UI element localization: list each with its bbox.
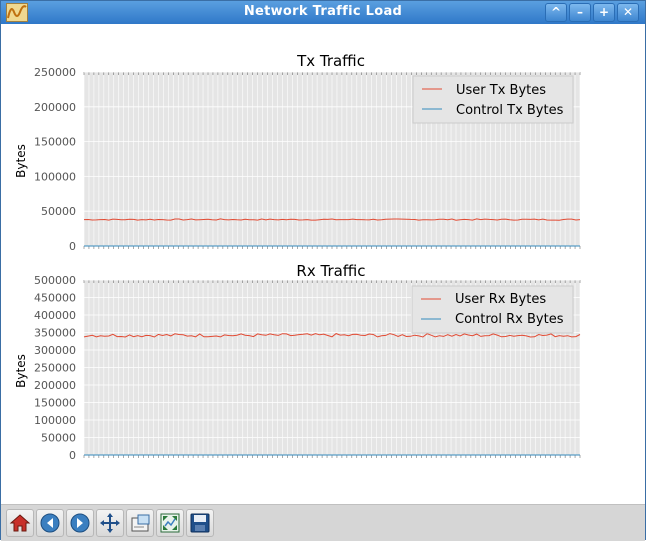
tx-ytick-label: 150000 bbox=[34, 136, 76, 149]
rx-ytick-label: 400000 bbox=[34, 309, 76, 322]
zoom-button[interactable] bbox=[156, 509, 184, 537]
tx-legend: User Tx Bytes Control Tx Bytes bbox=[412, 75, 574, 124]
rx-chart-title: Rx Traffic bbox=[296, 262, 365, 280]
tx-ytick-label: 100000 bbox=[34, 170, 76, 183]
figure-svg: Tx Traffic Bytes 0 50000 100000 150000 20000… bbox=[14, 52, 581, 462]
rx-ytick-label: 350000 bbox=[34, 327, 76, 340]
rx-ytick-label: 200000 bbox=[34, 379, 76, 392]
figure-canvas[interactable]: Tx Traffic Bytes 0 50000 100000 150000 20000… bbox=[1, 24, 645, 504]
rx-chart: Rx Traffic Bytes 0 50000 100000 150000 20000… bbox=[14, 262, 581, 462]
app-window: Network Traffic Load ^ – + ✕ Tx Traffic … bbox=[0, 0, 646, 541]
rx-ytick-label: 0 bbox=[69, 449, 76, 462]
forward-button[interactable] bbox=[66, 509, 94, 537]
subplots-button[interactable] bbox=[126, 509, 154, 537]
move-icon bbox=[100, 513, 120, 533]
configure-subplots-icon bbox=[131, 514, 150, 532]
shade-button[interactable]: ^ bbox=[545, 3, 567, 22]
rx-ytick-label: 300000 bbox=[34, 344, 76, 357]
tx-ytick-label: 250000 bbox=[34, 66, 76, 79]
home-button[interactable] bbox=[6, 509, 34, 537]
back-button[interactable] bbox=[36, 509, 64, 537]
home-icon bbox=[9, 514, 31, 532]
rx-ytick-label: 150000 bbox=[34, 397, 76, 410]
tx-chart-title: Tx Traffic bbox=[296, 52, 365, 70]
title-bar[interactable]: Network Traffic Load ^ – + ✕ bbox=[1, 1, 645, 24]
tx-chart: Tx Traffic Bytes 0 50000 100000 150000 20000… bbox=[14, 52, 581, 253]
tx-ytick-label: 200000 bbox=[34, 101, 76, 114]
rx-ytick-label: 100000 bbox=[34, 414, 76, 427]
tx-legend-user-label: User Tx Bytes bbox=[456, 83, 546, 98]
tx-ytick-label: 50000 bbox=[41, 205, 76, 218]
navigation-toolbar bbox=[1, 504, 645, 541]
tx-legend-control-label: Control Tx Bytes bbox=[456, 103, 564, 118]
tx-y-axis-label: Bytes bbox=[14, 144, 28, 178]
rx-legend-user-label: User Rx Bytes bbox=[455, 292, 546, 307]
rx-legend: User Rx Bytes Control Rx Bytes bbox=[411, 285, 574, 334]
save-button[interactable] bbox=[186, 509, 214, 537]
minimize-button[interactable]: – bbox=[569, 3, 591, 22]
rx-ytick-label: 250000 bbox=[34, 362, 76, 375]
rx-ytick-label: 50000 bbox=[41, 432, 76, 445]
rx-ytick-label: 450000 bbox=[34, 292, 76, 305]
pan-button[interactable] bbox=[96, 509, 124, 537]
close-button[interactable]: ✕ bbox=[617, 3, 639, 22]
zoom-rect-icon bbox=[160, 513, 180, 533]
arrow-right-icon bbox=[70, 513, 90, 533]
rx-legend-control-label: Control Rx Bytes bbox=[455, 312, 564, 327]
rx-ytick-label: 500000 bbox=[34, 274, 76, 287]
save-icon bbox=[190, 513, 210, 533]
rx-y-axis-label: Bytes bbox=[14, 354, 28, 388]
tx-ytick-label: 0 bbox=[69, 240, 76, 253]
arrow-left-icon bbox=[40, 513, 60, 533]
maximize-button[interactable]: + bbox=[593, 3, 615, 22]
